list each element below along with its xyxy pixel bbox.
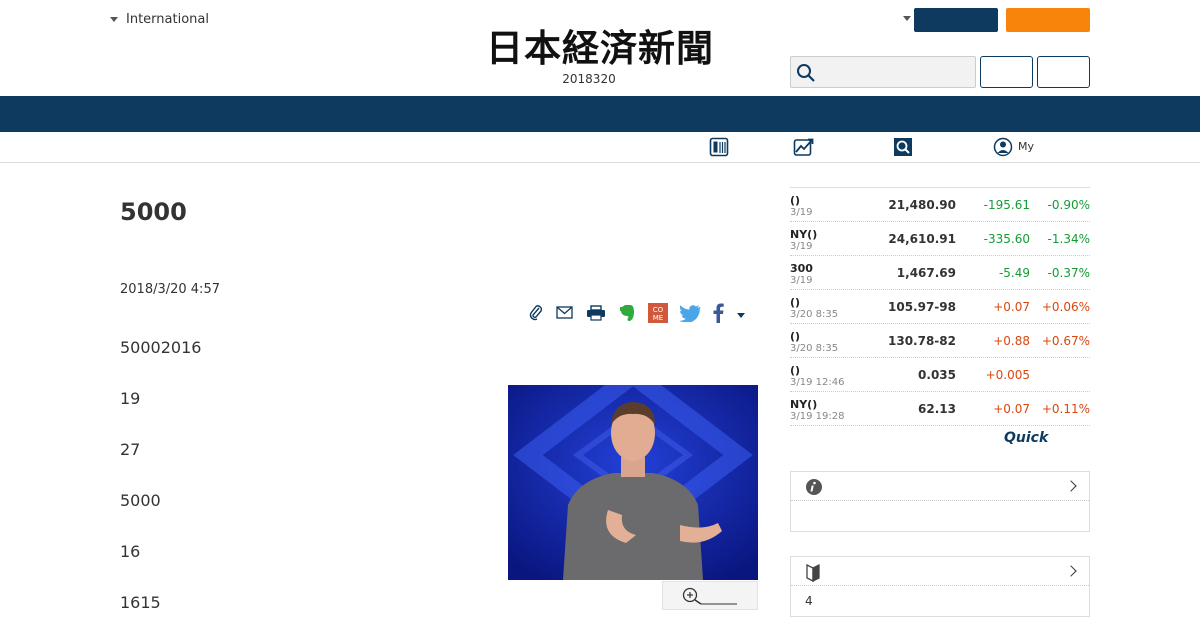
chevron-right-icon xyxy=(1065,480,1077,492)
info-icon xyxy=(806,479,822,495)
subscribe-button[interactable] xyxy=(1006,8,1090,32)
market-value: 0.035 xyxy=(918,368,956,382)
account-menu-caret-icon[interactable] xyxy=(903,16,911,21)
beginner-mark-icon xyxy=(806,563,820,582)
market-change: +0.005 xyxy=(985,368,1030,382)
facebook-icon[interactable] xyxy=(711,303,725,327)
article-paragraph: 50002016 xyxy=(120,338,202,357)
market-table: () 3/19 21,480.90 -195.61 -0.90% NY() 3/19 24,6… xyxy=(790,187,1090,426)
market-percent: -1.34% xyxy=(1047,232,1090,246)
market-time: 3/19 xyxy=(790,207,813,218)
more-share-caret-icon[interactable] xyxy=(737,312,745,318)
market-change: +0.07 xyxy=(993,300,1030,314)
beginner-panel: 4 xyxy=(790,556,1090,617)
market-name: 300 xyxy=(790,262,813,275)
share-toolbar: CO ME xyxy=(527,302,755,328)
edition-label: International xyxy=(126,12,209,27)
my-account-icon[interactable] xyxy=(993,137,1013,161)
market-change: -195.61 xyxy=(983,198,1030,212)
market-row[interactable]: 300 3/19 1,467.69 -5.49 -0.37% xyxy=(790,256,1090,290)
market-row[interactable]: () 3/20 8:35 130.78-82 +0.88 +0.67% xyxy=(790,324,1090,358)
quick-logo[interactable]: Quick xyxy=(1004,430,1048,446)
print-icon[interactable] xyxy=(585,304,607,326)
market-time: 3/20 8:35 xyxy=(790,343,839,354)
market-value: 24,610.91 xyxy=(888,232,956,246)
search-news-icon[interactable] xyxy=(893,137,913,161)
market-row[interactable]: () 3/19 21,480.90 -195.61 -0.90% xyxy=(790,188,1090,222)
svg-text:ME: ME xyxy=(653,314,663,322)
twitter-icon[interactable] xyxy=(679,304,701,326)
zoom-image-button[interactable] xyxy=(662,581,758,610)
market-time: 3/19 xyxy=(790,275,813,286)
market-name: () xyxy=(790,364,801,377)
market-time: 3/19 xyxy=(790,241,813,252)
issue-date: 2018320 xyxy=(562,72,616,86)
article-paragraph: 27 xyxy=(120,440,141,459)
search-input[interactable] xyxy=(819,59,969,85)
caret-down-icon xyxy=(110,17,118,22)
edition-selector[interactable]: International xyxy=(110,12,209,27)
search-box[interactable] xyxy=(790,56,976,88)
chevron-right-icon xyxy=(1065,565,1077,577)
market-name: () xyxy=(790,296,801,309)
market-value: 105.97-98 xyxy=(888,300,956,314)
article-paragraph: 16 xyxy=(120,542,141,561)
article-paragraph: 5000 xyxy=(120,491,161,510)
come-share-icon[interactable]: CO ME xyxy=(647,302,669,328)
market-change: -335.60 xyxy=(983,232,1030,246)
market-name: NY() xyxy=(790,398,818,411)
market-percent: -0.90% xyxy=(1047,198,1090,212)
market-row[interactable]: NY() 3/19 24,610.91 -335.60 -1.34% xyxy=(790,222,1090,256)
market-row[interactable]: NY() 3/19 19:28 62.13 +0.07 +0.11% xyxy=(790,392,1090,426)
svg-text:CO: CO xyxy=(653,306,664,314)
my-account-label[interactable]: My xyxy=(1018,140,1034,153)
info-panel xyxy=(790,471,1090,532)
info-panel-header[interactable] xyxy=(791,472,1089,501)
article-photo[interactable] xyxy=(508,385,758,580)
market-change: +0.88 xyxy=(993,334,1030,348)
beginner-panel-body: 4 xyxy=(791,586,1089,616)
header-outline-button-2[interactable] xyxy=(1037,56,1090,88)
market-percent: +0.67% xyxy=(1041,334,1090,348)
market-time: 3/19 12:46 xyxy=(790,377,845,388)
article-paragraph: 19 xyxy=(120,389,141,408)
market-row[interactable]: () 3/20 8:35 105.97-98 +0.07 +0.06% xyxy=(790,290,1090,324)
market-percent: +0.06% xyxy=(1041,300,1090,314)
market-percent: +0.11% xyxy=(1041,402,1090,416)
search-icon xyxy=(797,64,815,82)
market-value: 130.78-82 xyxy=(888,334,956,348)
market-change: -5.49 xyxy=(998,266,1030,280)
market-change: +0.07 xyxy=(993,402,1030,416)
login-button[interactable] xyxy=(914,8,998,32)
header-outline-button-1[interactable] xyxy=(980,56,1033,88)
beginner-panel-text: 4 xyxy=(805,594,813,608)
mail-icon[interactable] xyxy=(555,305,575,325)
market-row[interactable]: () 3/19 12:46 0.035 +0.005 xyxy=(790,358,1090,392)
info-panel-body xyxy=(791,501,1089,531)
market-chart-icon[interactable] xyxy=(793,137,815,161)
market-value: 1,467.69 xyxy=(896,266,956,280)
evernote-icon[interactable] xyxy=(617,303,637,327)
beginner-panel-header[interactable] xyxy=(791,557,1089,586)
main-nav-bar xyxy=(0,96,1200,132)
market-time: 3/20 8:35 xyxy=(790,309,839,320)
clip-icon[interactable] xyxy=(527,304,545,326)
site-logo[interactable]: 日本経済新聞 xyxy=(452,28,748,68)
market-name: () xyxy=(790,330,801,343)
market-value: 62.13 xyxy=(918,402,956,416)
article-title: 5000 xyxy=(120,198,187,226)
market-percent: -0.37% xyxy=(1047,266,1090,280)
market-name: NY() xyxy=(790,228,818,241)
market-value: 21,480.90 xyxy=(888,198,956,212)
article-date: 2018/3/20 4:57 xyxy=(120,282,220,297)
article-paragraph: 1615 xyxy=(120,593,161,612)
paper-edition-icon[interactable] xyxy=(709,137,729,161)
market-time: 3/19 19:28 xyxy=(790,411,845,422)
market-name: () xyxy=(790,194,801,207)
